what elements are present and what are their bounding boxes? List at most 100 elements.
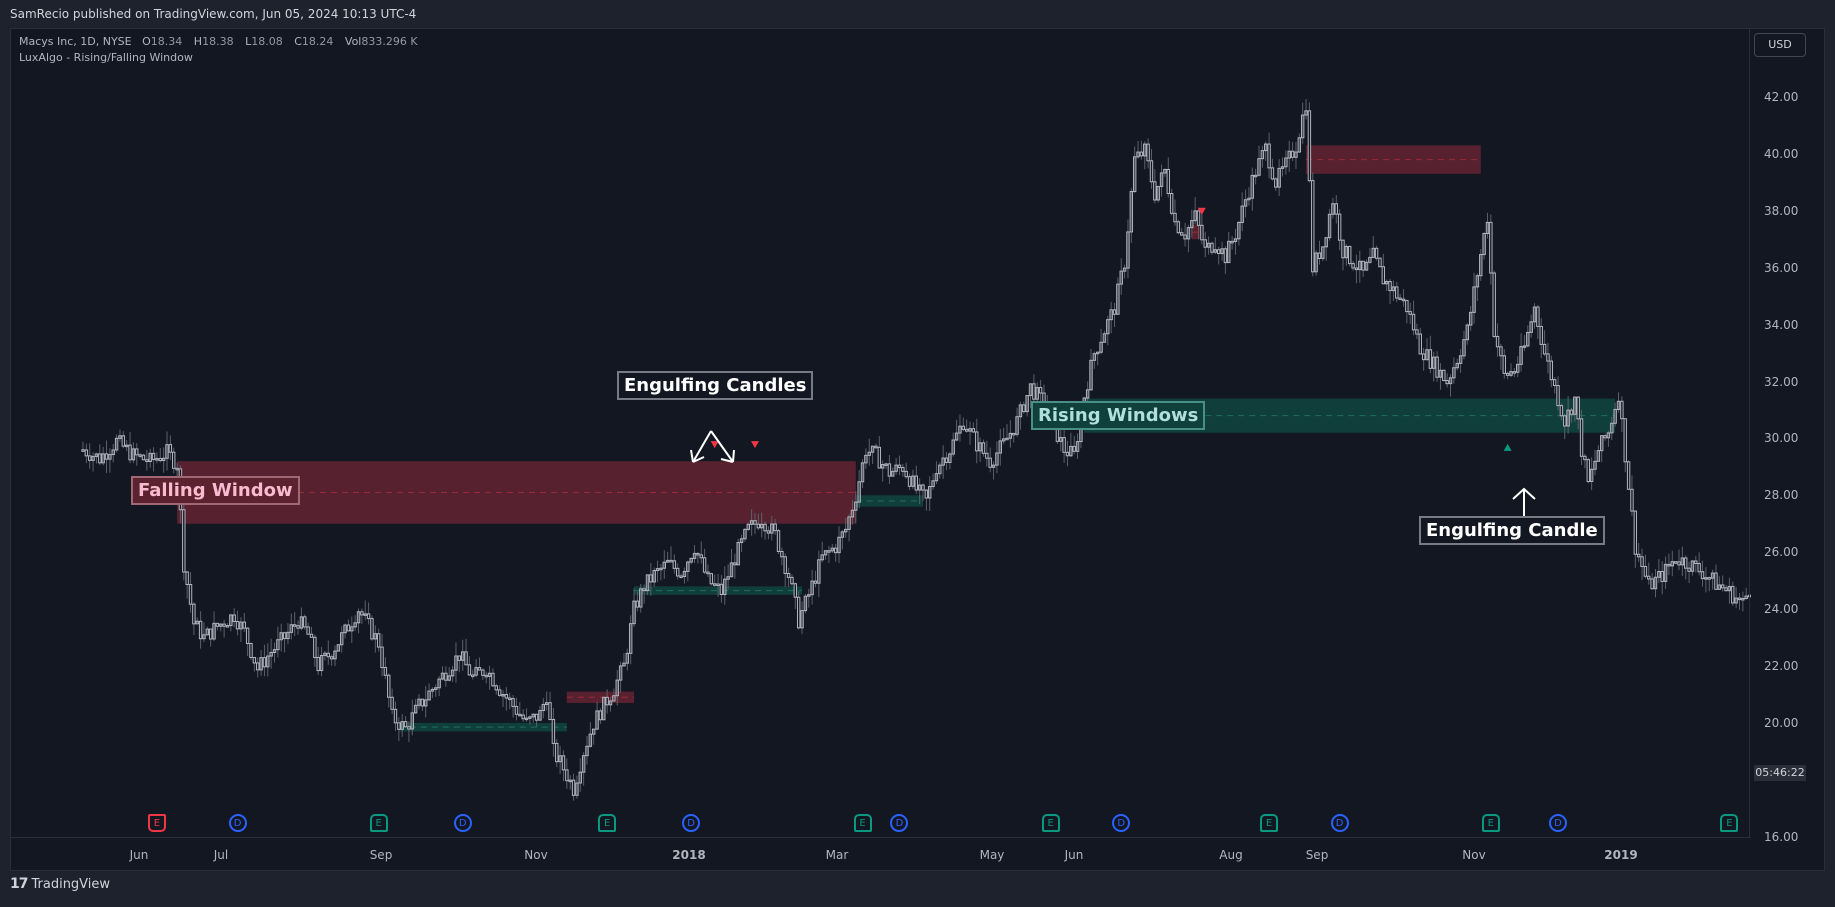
earnings-event-icon[interactable]: E bbox=[598, 814, 617, 832]
candle-body bbox=[961, 425, 966, 430]
candle-body bbox=[1505, 372, 1510, 376]
candle-body bbox=[1499, 346, 1503, 357]
candle-body bbox=[296, 625, 300, 629]
plot-area[interactable]: EDEDEDEDEDEDEDE Falling Window Rising Wi… bbox=[11, 29, 1751, 837]
candle-body bbox=[780, 551, 784, 558]
candle-body bbox=[1341, 239, 1345, 259]
candle-body bbox=[1166, 168, 1170, 194]
candle-body bbox=[706, 571, 710, 575]
candle-body bbox=[1361, 260, 1365, 271]
candle-body bbox=[370, 618, 374, 640]
candle-body bbox=[1633, 510, 1638, 555]
price-tick: 26.00 bbox=[1764, 545, 1799, 560]
candle-body bbox=[313, 636, 317, 658]
price-tick: 42.00 bbox=[1764, 90, 1799, 104]
dividend-event-icon[interactable]: D bbox=[890, 814, 909, 832]
candle-body bbox=[1065, 451, 1070, 457]
candle-body bbox=[182, 509, 186, 573]
volume-label: Vol bbox=[344, 35, 362, 48]
footer-brand: 17 TradingView bbox=[10, 876, 110, 892]
time-tick: Nov bbox=[1462, 848, 1486, 862]
candle-body bbox=[262, 657, 267, 668]
candle-body bbox=[1660, 570, 1664, 582]
candle-body bbox=[521, 714, 525, 720]
time-axis[interactable]: Jun Jul Sep Nov 2018 Mar May Jun Aug Sep Nov 2019 bbox=[11, 837, 1751, 872]
earnings-event-icon[interactable]: E bbox=[853, 814, 872, 832]
dividend-event-icon[interactable]: D bbox=[1549, 814, 1568, 832]
candle-body bbox=[1603, 435, 1607, 439]
price-tick: 16.00 bbox=[1764, 829, 1799, 844]
indicator-name[interactable]: LuxAlgo - Rising/Falling Window bbox=[19, 50, 426, 66]
candle-body bbox=[565, 769, 569, 782]
candle-body bbox=[1267, 143, 1271, 169]
time-tick: May bbox=[979, 848, 1005, 862]
bearish-engulfing-marker bbox=[751, 441, 759, 449]
candle-body bbox=[1623, 418, 1627, 463]
earnings-event-icon[interactable]: E bbox=[369, 814, 388, 832]
candle-body bbox=[457, 655, 462, 661]
candle-body bbox=[649, 574, 653, 583]
candle-body bbox=[188, 584, 193, 605]
earnings-event-icon[interactable]: E bbox=[1041, 814, 1060, 832]
candle-body bbox=[1546, 353, 1550, 362]
earnings-event-icon[interactable]: E bbox=[1481, 814, 1500, 832]
annotation-arrows-icon bbox=[690, 430, 735, 463]
candle-body bbox=[1620, 400, 1624, 420]
candle-body bbox=[380, 646, 384, 669]
candle-body bbox=[1418, 333, 1422, 355]
candle-body bbox=[1348, 245, 1352, 265]
candle-body bbox=[326, 652, 330, 658]
earnings-event-icon[interactable]: E bbox=[1720, 814, 1739, 832]
candle-body bbox=[907, 476, 912, 487]
candle-body bbox=[1667, 563, 1671, 567]
symbol-name[interactable]: Macys Inc, 1D, NYSE bbox=[19, 35, 132, 48]
candle-body bbox=[172, 451, 176, 469]
time-tick: Nov bbox=[524, 848, 548, 862]
earnings-event-icon[interactable]: E bbox=[147, 814, 166, 832]
candle-body bbox=[756, 523, 761, 529]
candle-body bbox=[964, 428, 969, 432]
time-tick: Jul bbox=[213, 848, 229, 862]
candle-body bbox=[1536, 306, 1540, 327]
candle-body bbox=[635, 600, 640, 608]
candle-body bbox=[158, 458, 162, 462]
candle-body bbox=[763, 523, 767, 532]
candle-body bbox=[215, 622, 220, 627]
candle-body bbox=[1200, 224, 1204, 241]
candle-body bbox=[282, 632, 287, 640]
dividend-event-icon[interactable]: D bbox=[1330, 814, 1349, 832]
candle-body bbox=[138, 454, 142, 457]
candle-body bbox=[605, 696, 609, 706]
earnings-event-icon[interactable]: E bbox=[1260, 814, 1279, 832]
candle-body bbox=[716, 583, 720, 587]
candle-body bbox=[1062, 437, 1066, 453]
candle-body bbox=[1694, 560, 1698, 564]
chart-pane[interactable]: EDEDEDEDEDEDEDE Falling Window Rising Wi… bbox=[10, 28, 1825, 871]
engulfing-candle-label: Engulfing Candle bbox=[1419, 516, 1605, 545]
candle-body bbox=[232, 614, 236, 622]
candle-body bbox=[1032, 383, 1036, 400]
price-axis[interactable]: USD 05:46:22 42.00 40.00 38.00 36.00 34.00 32… bbox=[1749, 29, 1824, 844]
candle-body bbox=[175, 467, 179, 471]
dividend-event-icon[interactable]: D bbox=[682, 814, 701, 832]
candle-body bbox=[555, 742, 559, 763]
candle-body bbox=[292, 624, 297, 627]
candle-body bbox=[477, 667, 482, 671]
dividend-event-icon[interactable]: D bbox=[228, 814, 247, 832]
candle-body bbox=[1435, 356, 1439, 378]
currency-button[interactable]: USD bbox=[1754, 33, 1806, 57]
candle-body bbox=[719, 583, 724, 596]
candle-body bbox=[676, 567, 680, 577]
candle-body bbox=[1230, 240, 1234, 244]
candle-body bbox=[1731, 585, 1735, 604]
time-tick: Sep bbox=[369, 848, 393, 862]
dividend-event-icon[interactable]: D bbox=[453, 814, 472, 832]
dividend-event-icon[interactable]: D bbox=[1112, 814, 1131, 832]
candle-body bbox=[773, 523, 777, 532]
candle-body bbox=[252, 656, 257, 664]
candle-body bbox=[316, 656, 320, 672]
candle-body bbox=[1307, 110, 1312, 182]
candle-body bbox=[497, 689, 502, 696]
candle-body bbox=[1411, 313, 1416, 331]
close-label: C bbox=[294, 35, 302, 48]
